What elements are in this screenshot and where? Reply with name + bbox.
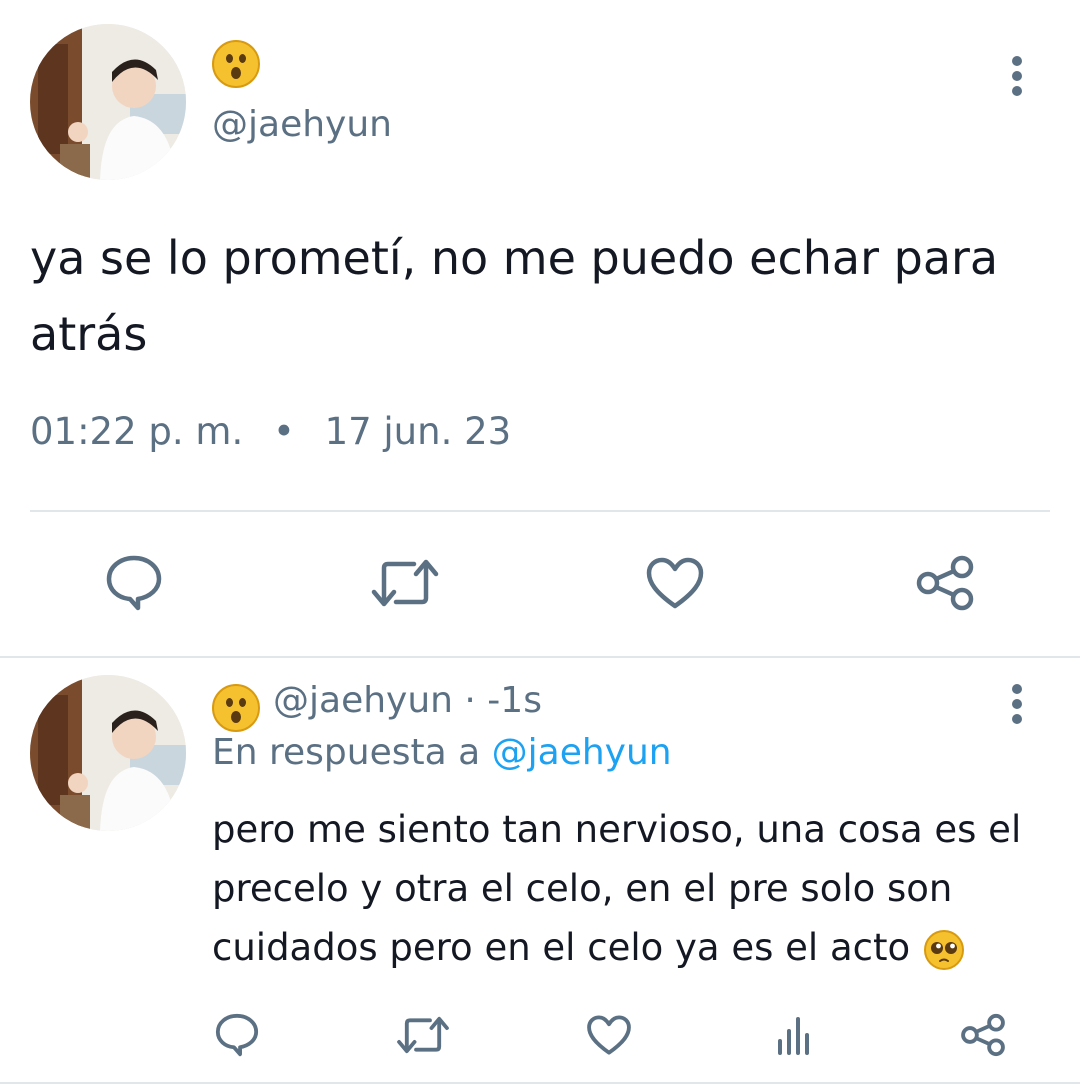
analytics-button[interactable]: [776, 1015, 816, 1059]
reply-author-handle[interactable]: @jaehyun: [273, 680, 453, 721]
hushed-face-emoji: [212, 684, 260, 732]
retweet-button[interactable]: [370, 556, 440, 614]
reply-time: · -1s: [464, 680, 542, 721]
heart-icon: [646, 557, 704, 609]
in-reply-prefix: En respuesta a: [212, 732, 481, 773]
reply-avatar[interactable]: [30, 675, 186, 831]
reply-button[interactable]: [214, 1012, 260, 1062]
share-icon: [961, 1013, 1005, 1057]
meta-separator: •: [272, 410, 295, 453]
in-reply-mention-link[interactable]: @jaehyun: [492, 732, 672, 773]
retweet-icon: [397, 1016, 449, 1054]
analytics-icon: [778, 1017, 809, 1055]
tweet-date: 17 jun. 23: [324, 410, 512, 453]
reply-button[interactable]: [104, 554, 164, 616]
reply-header: @jaehyun · -1s: [273, 680, 542, 721]
like-button[interactable]: [645, 556, 705, 614]
more-options-icon[interactable]: [1011, 56, 1023, 100]
share-button[interactable]: [914, 553, 976, 617]
tweet-time: 01:22 p. m.: [30, 410, 244, 453]
avatar[interactable]: [30, 24, 186, 180]
more-options-icon[interactable]: [1011, 684, 1023, 728]
share-button[interactable]: [959, 1012, 1007, 1062]
thread-divider: [0, 656, 1080, 658]
heart-icon: [587, 1015, 631, 1055]
tweet-text: ya se lo prometí, no me puedo echar para…: [30, 231, 999, 361]
reply-text-body: pero me siento tan nervioso, una cosa es…: [212, 808, 1022, 969]
pleading-face-emoji: [923, 929, 964, 970]
reply-text: pero me siento tan nervioso, una cosa es…: [212, 800, 1032, 977]
in-reply-to: En respuesta a @jaehyun: [212, 732, 672, 773]
tweet-timestamp: 01:22 p. m. • 17 jun. 23: [30, 410, 511, 453]
retweet-icon: [371, 559, 439, 607]
divider: [30, 510, 1050, 512]
author-handle[interactable]: @jaehyun: [212, 104, 392, 145]
hushed-face-emoji: [212, 40, 260, 88]
retweet-button[interactable]: [396, 1014, 450, 1060]
like-button[interactable]: [586, 1014, 632, 1060]
share-icon: [916, 555, 974, 611]
bottom-divider: [0, 1082, 1080, 1084]
reply-icon: [215, 1013, 259, 1057]
reply-icon: [106, 555, 162, 611]
